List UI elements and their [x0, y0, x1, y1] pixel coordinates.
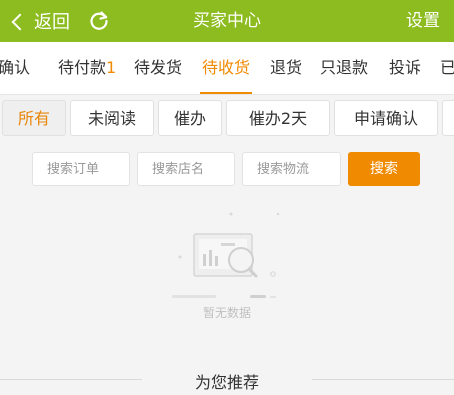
tab-refund-only[interactable]: 只退款 [320, 42, 368, 94]
page-title: 买家中心 [193, 11, 261, 31]
empty-data-icon [172, 212, 280, 298]
filter-chips: 所有 未阅读 催办 催办2天 申请确认 [0, 99, 454, 141]
divider-right [312, 379, 454, 380]
filter-all[interactable]: 所有 [2, 100, 66, 136]
tab-label: 投诉 [389, 58, 422, 77]
order-status-tabs: 待确认 待付款1 待发货 待收货 退货 只退款 投诉 已 [0, 42, 454, 95]
tab-more[interactable]: 已 [440, 42, 454, 94]
tab-label: 只退款 [320, 58, 369, 77]
tab-complaints[interactable]: 投诉 [389, 42, 421, 94]
filter-request-confirm[interactable]: 申请确认 [334, 100, 438, 136]
recommend-section-header: 为您推荐 [0, 365, 454, 395]
settings-button[interactable]: 设置 [406, 0, 440, 42]
tab-pending-receipt[interactable]: 待收货 [199, 42, 253, 94]
empty-state-text: 暂无数据 [202, 306, 251, 320]
tab-label: 待确认 [0, 58, 31, 77]
search-button[interactable]: 搜索 [348, 152, 420, 186]
tab-label: 待发货 [134, 58, 183, 77]
search-bar: 搜索 [0, 152, 454, 188]
search-shop-input[interactable] [137, 152, 235, 186]
tab-label: 已 [440, 58, 454, 77]
search-logistics-input[interactable] [242, 152, 341, 186]
filter-urged[interactable]: 催办 [158, 100, 222, 136]
search-order-input[interactable] [32, 152, 130, 186]
tab-label: 待收货 [202, 58, 251, 77]
filter-unread[interactable]: 未阅读 [70, 100, 154, 136]
tab-pending-payment[interactable]: 待付款1 [58, 42, 116, 94]
tab-count: 1 [106, 58, 117, 77]
tab-label: 待付款 [58, 58, 107, 77]
tab-label: 退货 [270, 58, 303, 77]
recommend-title: 为您推荐 [194, 373, 259, 392]
tab-pending-shipment[interactable]: 待发货 [134, 42, 182, 94]
header-bar: 返回 买家中心 设置 [0, 0, 454, 42]
tab-returns[interactable]: 退货 [270, 42, 302, 94]
filter-more[interactable] [442, 100, 454, 136]
tab-pending-confirm[interactable]: 待确认 [0, 42, 30, 94]
filter-urged-2days[interactable]: 催办2天 [226, 100, 330, 136]
